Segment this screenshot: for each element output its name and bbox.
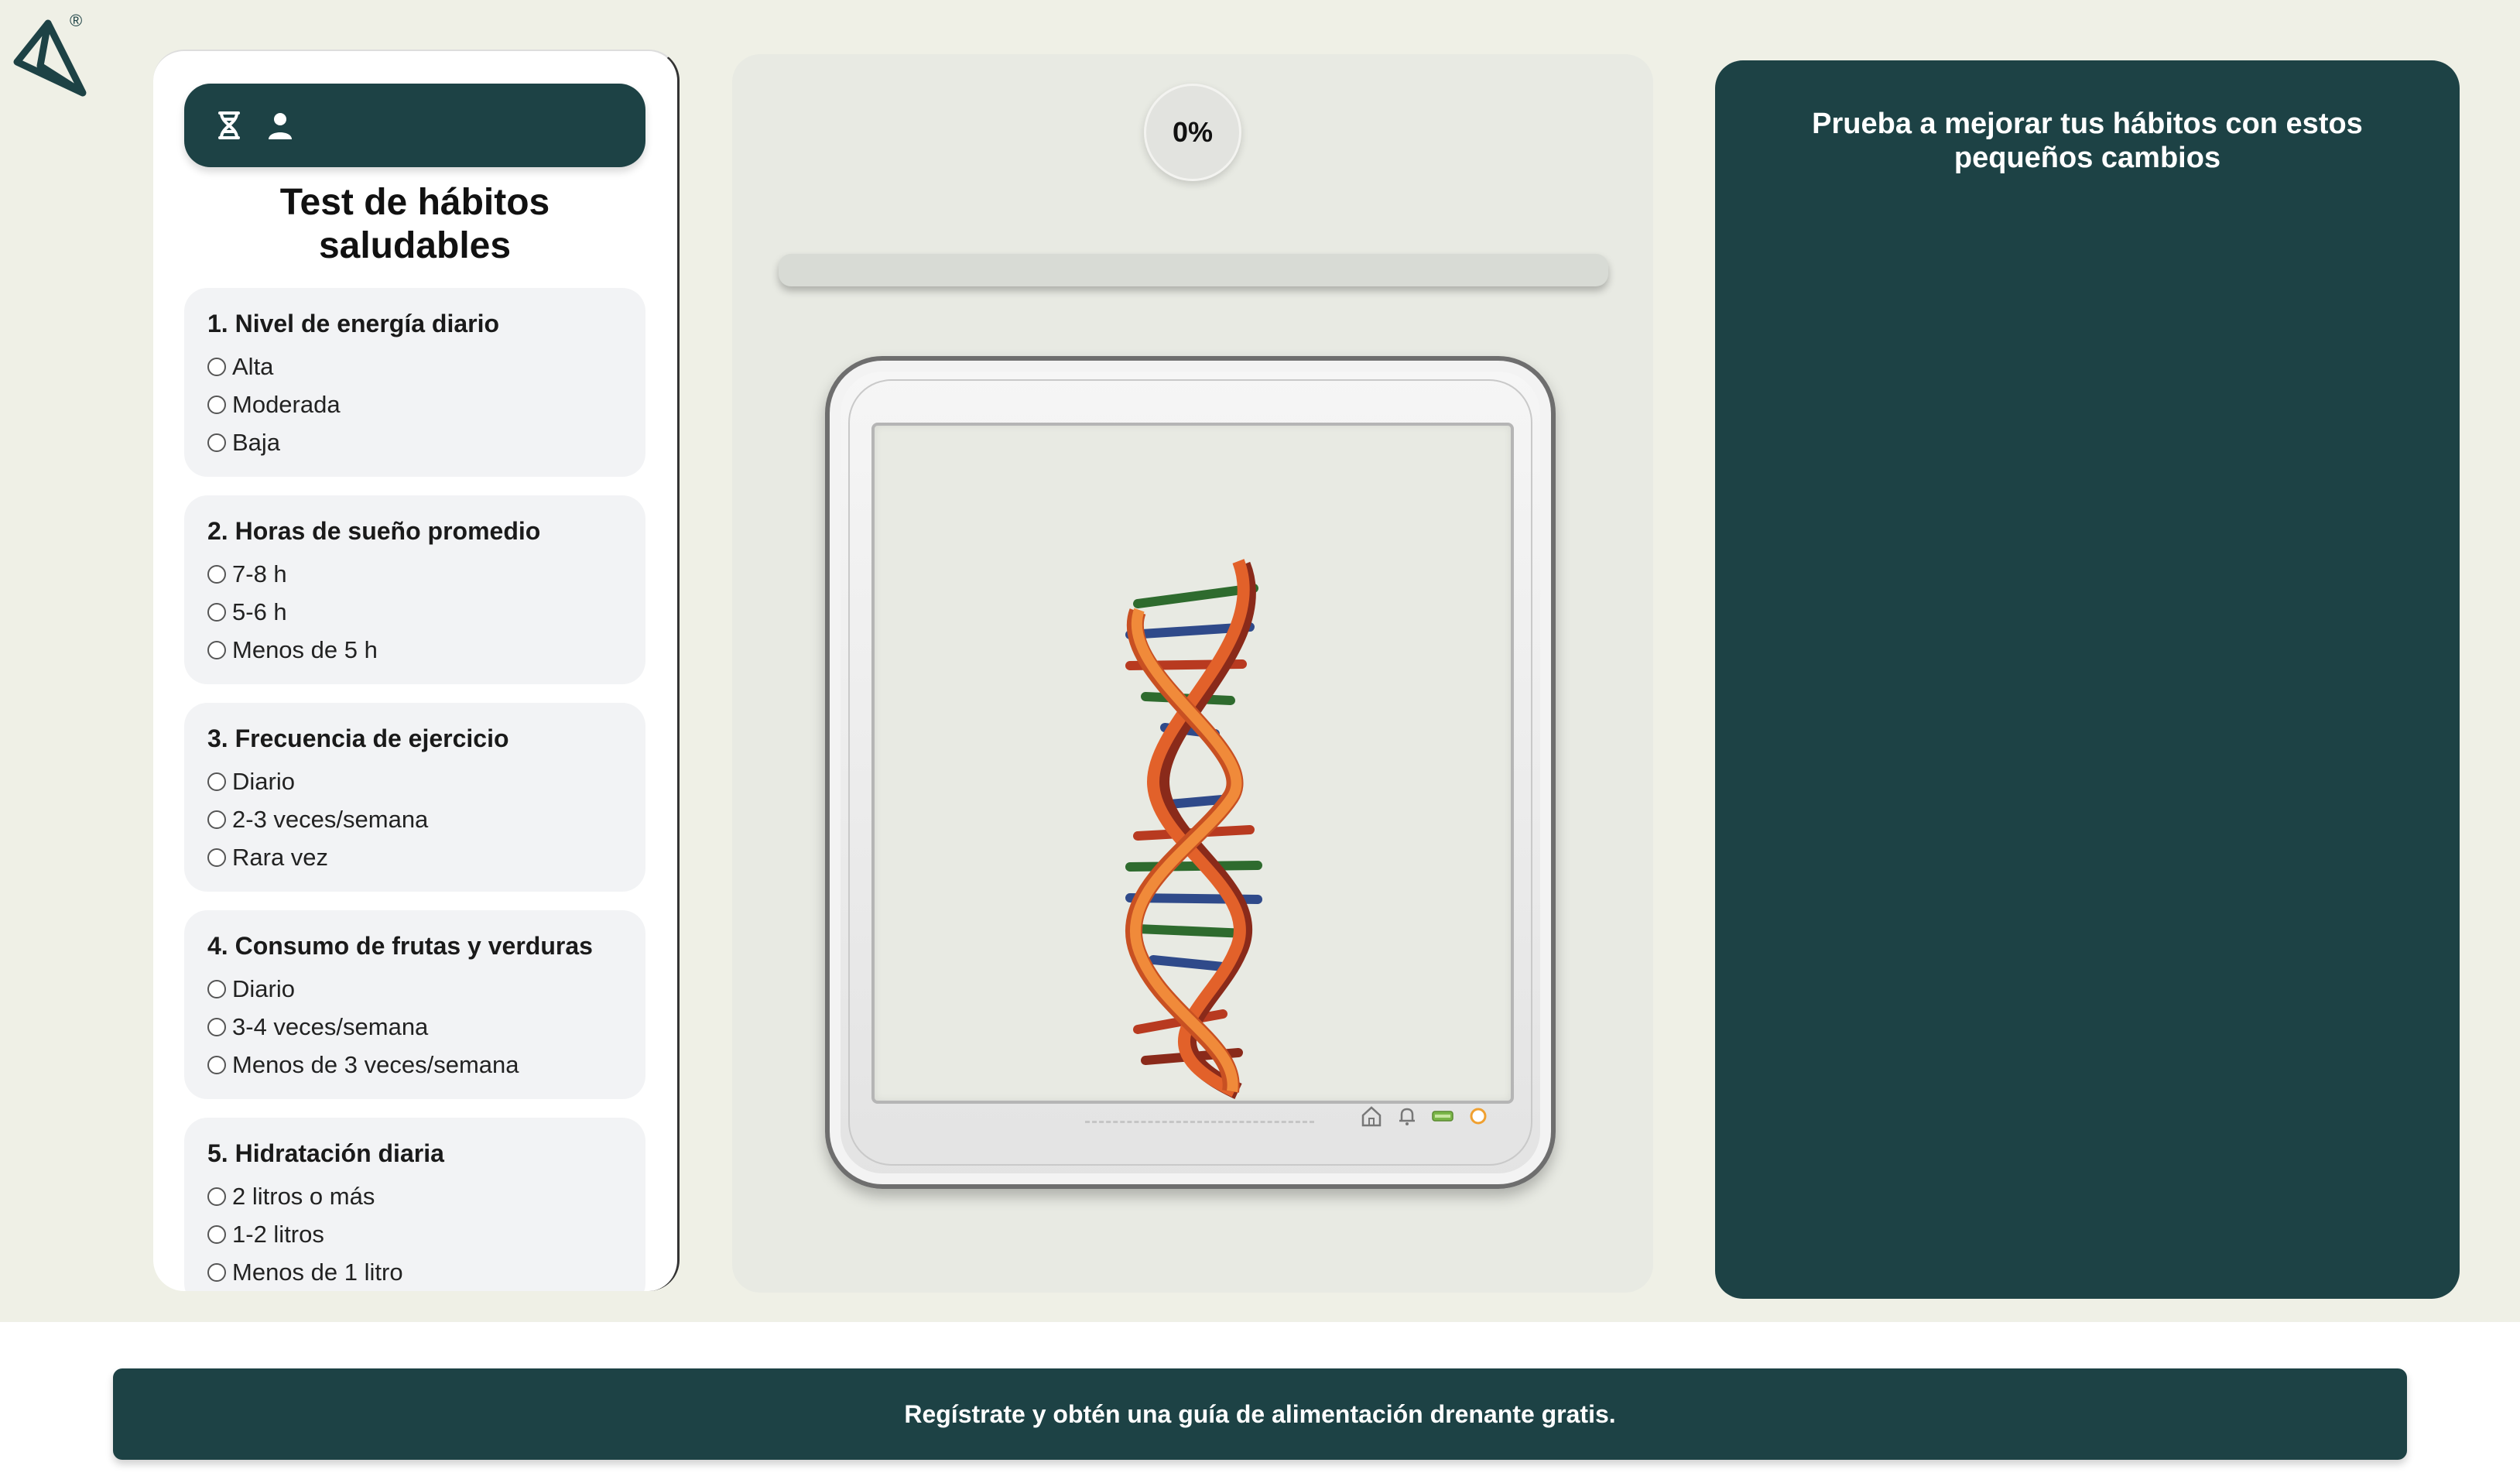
quiz-panel: Test de hábitos saludables 1. Nivel de e… [153,50,680,1291]
question-title: 5. Hidratación diaria [207,1139,444,1167]
dna-icon[interactable] [214,110,245,141]
radio-button[interactable] [207,1262,226,1282]
register-banner-button[interactable]: Regístrate y obtén una guía de alimentac… [113,1368,2407,1460]
option-radio[interactable]: Menos de 5 h [207,631,622,669]
question-title: 2. Horas de sueño promedio [207,517,541,545]
radio-button[interactable] [207,1224,226,1244]
option-radio[interactable]: Menos de 1 litro [207,1253,622,1291]
radio-button[interactable] [207,979,226,998]
option-radio[interactable]: 2 litros o más [207,1177,622,1215]
option-label[interactable]: Alta [232,353,273,381]
option-label[interactable]: Diario [232,768,295,796]
registered-mark: ® [70,11,83,30]
option-label[interactable]: Baja [232,429,280,457]
option-label[interactable]: Menos de 1 litro [232,1259,403,1286]
bell-icon[interactable] [1395,1104,1419,1129]
option-radio[interactable]: 7-8 h [207,555,622,593]
tablet-device [825,356,1556,1189]
radio-button[interactable] [207,395,226,414]
option-label[interactable]: 7-8 h [232,560,287,588]
option-label[interactable]: 1-2 litros [232,1221,324,1248]
radio-button[interactable] [207,810,226,829]
option-radio[interactable]: 5-6 h [207,593,622,631]
option-radio[interactable]: Menos de 3 veces/semana [207,1046,622,1084]
option-radio[interactable]: 2-3 veces/semana [207,800,622,838]
option-label[interactable]: Rara vez [232,844,328,872]
option-label[interactable]: Menos de 3 veces/semana [232,1051,519,1079]
radio-button[interactable] [207,433,226,452]
option-radio[interactable]: Moderada [207,385,622,423]
tips-panel: Prueba a mejorar tus hábitos con estos p… [1715,60,2460,1299]
question-card-exercise: 3. Frecuencia de ejercicio Diario 2-3 ve… [184,703,645,892]
progress-percentage: 0% [1144,84,1241,181]
option-label[interactable]: Moderada [232,391,341,419]
option-radio[interactable]: 3-4 veces/semana [207,1008,622,1046]
question-card-sleep: 2. Horas de sueño promedio 7-8 h 5-6 h M… [184,495,645,684]
option-label[interactable]: 2-3 veces/semana [232,806,428,834]
radio-button[interactable] [207,1187,226,1206]
option-label[interactable]: 5-6 h [232,598,287,626]
user-icon[interactable] [265,110,296,141]
option-label[interactable]: 3-4 veces/semana [232,1013,428,1041]
radio-button[interactable] [207,772,226,791]
battery-icon [1432,1111,1453,1122]
radio-button[interactable] [207,1055,226,1074]
question-title: 3. Frecuencia de ejercicio [207,724,509,752]
radio-button[interactable] [207,1017,226,1036]
tablet-speaker-grill [1085,1121,1314,1124]
option-label[interactable]: Menos de 5 h [232,636,378,664]
option-radio[interactable]: Diario [207,970,622,1008]
option-radio[interactable]: Alta [207,348,622,385]
radio-button[interactable] [207,564,226,584]
progress-bar [779,254,1608,286]
radio-button[interactable] [207,602,226,622]
option-label[interactable]: Diario [232,975,295,1003]
radio-button[interactable] [207,357,226,376]
radio-button[interactable] [207,640,226,659]
top-area: ® Test de hábitos saludables 1. Nivel de… [0,0,2520,1322]
question-title: 4. Consumo de frutas y verduras [207,932,593,960]
banner-text[interactable]: Regístrate y obtén una guía de alimentac… [904,1400,1615,1429]
quiz-title: Test de hábitos saludables [279,182,550,266]
question-title: 1. Nivel de energía diario [207,310,500,337]
tablet-controls [1359,1104,1491,1129]
option-radio[interactable]: 1-2 litros [207,1215,622,1253]
center-panel: 0% [732,54,1653,1293]
option-radio[interactable]: Rara vez [207,838,622,876]
dna-helix-illustration [1125,559,1262,1099]
tips-title: Prueba a mejorar tus hábitos con estos p… [1812,108,2363,174]
quiz-toolbar [184,84,645,167]
radio-button[interactable] [207,848,226,867]
option-label[interactable]: 2 litros o más [232,1183,375,1211]
home-icon[interactable] [1359,1104,1384,1129]
status-light-icon [1470,1108,1487,1125]
tablet-screen [871,423,1514,1104]
question-card-hydration: 5. Hidratación diaria 2 litros o más 1-2… [184,1118,645,1291]
question-card-fruits: 4. Consumo de frutas y verduras Diario 3… [184,910,645,1099]
question-card-energy: 1. Nivel de energía diario Alta Moderada… [184,288,645,477]
option-radio[interactable]: Baja [207,423,622,461]
option-radio[interactable]: Diario [207,762,622,800]
